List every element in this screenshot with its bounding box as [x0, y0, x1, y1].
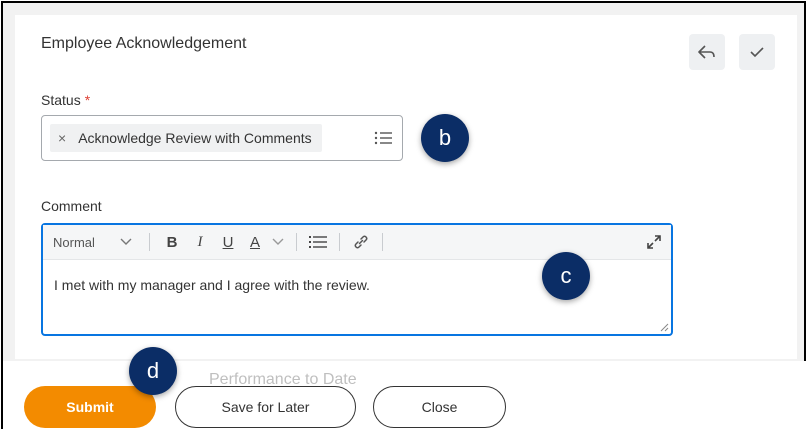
- action-footer: Performance to Date Submit Save for Late…: [3, 361, 808, 431]
- reply-button[interactable]: [689, 34, 725, 70]
- bulleted-list-icon: [309, 236, 327, 248]
- link-icon: [354, 235, 368, 249]
- toolbar-divider: [339, 233, 340, 251]
- status-selected-value: Acknowledge Review with Comments: [78, 130, 312, 146]
- expand-editor-button[interactable]: [637, 225, 671, 259]
- comment-text[interactable]: I met with my manager and I agree with t…: [54, 277, 370, 293]
- close-button[interactable]: Close: [373, 386, 506, 428]
- reply-icon: [698, 45, 715, 59]
- toolbar-divider: [149, 233, 150, 251]
- required-marker: *: [84, 92, 91, 108]
- expand-icon: [647, 235, 661, 249]
- format-select[interactable]: Normal: [43, 225, 111, 259]
- chevron-down-icon: [120, 238, 132, 245]
- bulleted-list-button[interactable]: [305, 225, 331, 259]
- window-frame: Employee Acknowledgement Status * × Ackno…: [1, 1, 808, 431]
- comment-label: Comment: [41, 198, 102, 214]
- confirm-button[interactable]: [739, 34, 775, 70]
- link-button[interactable]: [348, 225, 374, 259]
- text-color-button[interactable]: A: [242, 225, 268, 259]
- annotation-badge-c: c: [542, 252, 590, 300]
- text-color-dropdown[interactable]: [268, 225, 288, 259]
- checkmark-icon: [750, 47, 764, 58]
- underline-button[interactable]: U: [214, 225, 242, 259]
- annotation-badge-d: d: [129, 347, 177, 395]
- card-title: Employee Acknowledgement: [41, 35, 247, 52]
- format-dropdown[interactable]: [111, 225, 141, 259]
- toolbar-divider: [296, 233, 297, 251]
- status-selected-pill[interactable]: × Acknowledge Review with Comments: [50, 124, 322, 152]
- submit-button[interactable]: Submit: [24, 386, 156, 428]
- status-select[interactable]: × Acknowledge Review with Comments: [41, 115, 403, 161]
- list-icon[interactable]: [374, 130, 392, 146]
- resize-handle-icon[interactable]: [660, 323, 669, 332]
- bold-button[interactable]: B: [158, 225, 186, 259]
- save-for-later-button[interactable]: Save for Later: [175, 386, 356, 428]
- italic-button[interactable]: I: [186, 225, 214, 259]
- toolbar-divider: [382, 233, 383, 251]
- chevron-down-icon: [272, 238, 284, 245]
- remove-selection-icon[interactable]: ×: [58, 130, 66, 146]
- acknowledgement-card: Employee Acknowledgement Status * × Ackno…: [15, 15, 797, 359]
- annotation-badge-b: b: [421, 114, 469, 162]
- status-label: Status *: [41, 92, 91, 108]
